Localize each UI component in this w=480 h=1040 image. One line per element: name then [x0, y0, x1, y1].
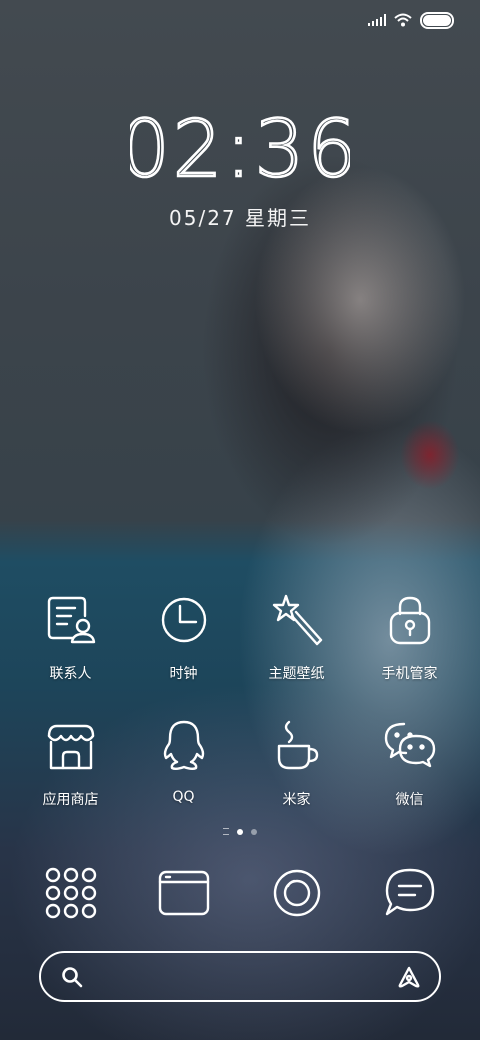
assistant-icon[interactable] — [397, 966, 421, 988]
search-bar[interactable] — [39, 951, 441, 1002]
battery-level-fill — [423, 14, 451, 26]
message-icon — [385, 868, 434, 916]
browser-icon — [158, 870, 209, 916]
app-mijia[interactable]: 米家 — [240, 714, 353, 840]
security-lock-icon — [389, 596, 430, 645]
signal-bars-icon — [368, 14, 386, 26]
app-label: 应用商店 — [42, 792, 99, 808]
app-label: QQ — [172, 789, 195, 805]
page-indicator[interactable] — [0, 828, 480, 835]
clock-date: 05/27 星期三 — [169, 206, 311, 230]
contacts-icon — [47, 596, 95, 644]
home-page-indicator — [223, 828, 229, 835]
app-store[interactable]: 应用商店 — [14, 714, 127, 840]
coffee-cup-icon — [277, 720, 318, 770]
status-bar — [368, 10, 454, 30]
dock — [14, 862, 466, 922]
wallpaper-detail — [400, 420, 460, 490]
app-drawer-icon — [45, 867, 96, 919]
app-wechat[interactable]: 微信 — [353, 714, 466, 840]
battery-icon — [420, 11, 454, 29]
dock-app-drawer[interactable] — [14, 862, 127, 922]
magic-wand-icon — [272, 594, 322, 646]
dock-browser[interactable] — [127, 862, 240, 922]
page-dot-active — [237, 828, 243, 835]
app-grid: 联系人 时钟 主题壁纸 手机管家 应用商店 QQ 米家 微信 — [14, 588, 466, 840]
dock-camera[interactable] — [240, 862, 353, 922]
app-label: 米家 — [282, 792, 311, 808]
wifi-icon — [394, 13, 412, 27]
app-themes[interactable]: 主题壁纸 — [240, 588, 353, 714]
app-security[interactable]: 手机管家 — [353, 588, 466, 714]
wechat-icon — [384, 722, 435, 768]
clock-icon — [161, 597, 206, 643]
clock-time-display: 02:36 — [130, 112, 350, 184]
app-label: 微信 — [395, 792, 424, 808]
app-row: 应用商店 QQ 米家 微信 — [14, 714, 466, 840]
app-label: 主题壁纸 — [268, 666, 325, 682]
app-contacts[interactable]: 联系人 — [14, 588, 127, 714]
app-clock[interactable]: 时钟 — [127, 588, 240, 714]
camera-icon — [273, 869, 320, 917]
dock-messages[interactable] — [353, 862, 466, 922]
search-input[interactable] — [93, 966, 387, 987]
app-label: 联系人 — [49, 666, 92, 682]
search-icon[interactable] — [61, 966, 83, 988]
qq-penguin-icon — [163, 720, 204, 770]
app-qq[interactable]: QQ — [127, 714, 240, 840]
page-dot — [251, 828, 257, 835]
app-label: 手机管家 — [381, 666, 438, 682]
clock-time: 02:36 — [130, 112, 350, 184]
app-row: 联系人 时钟 主题壁纸 手机管家 — [14, 588, 466, 714]
app-label: 时钟 — [169, 666, 198, 682]
store-icon — [47, 724, 94, 770]
